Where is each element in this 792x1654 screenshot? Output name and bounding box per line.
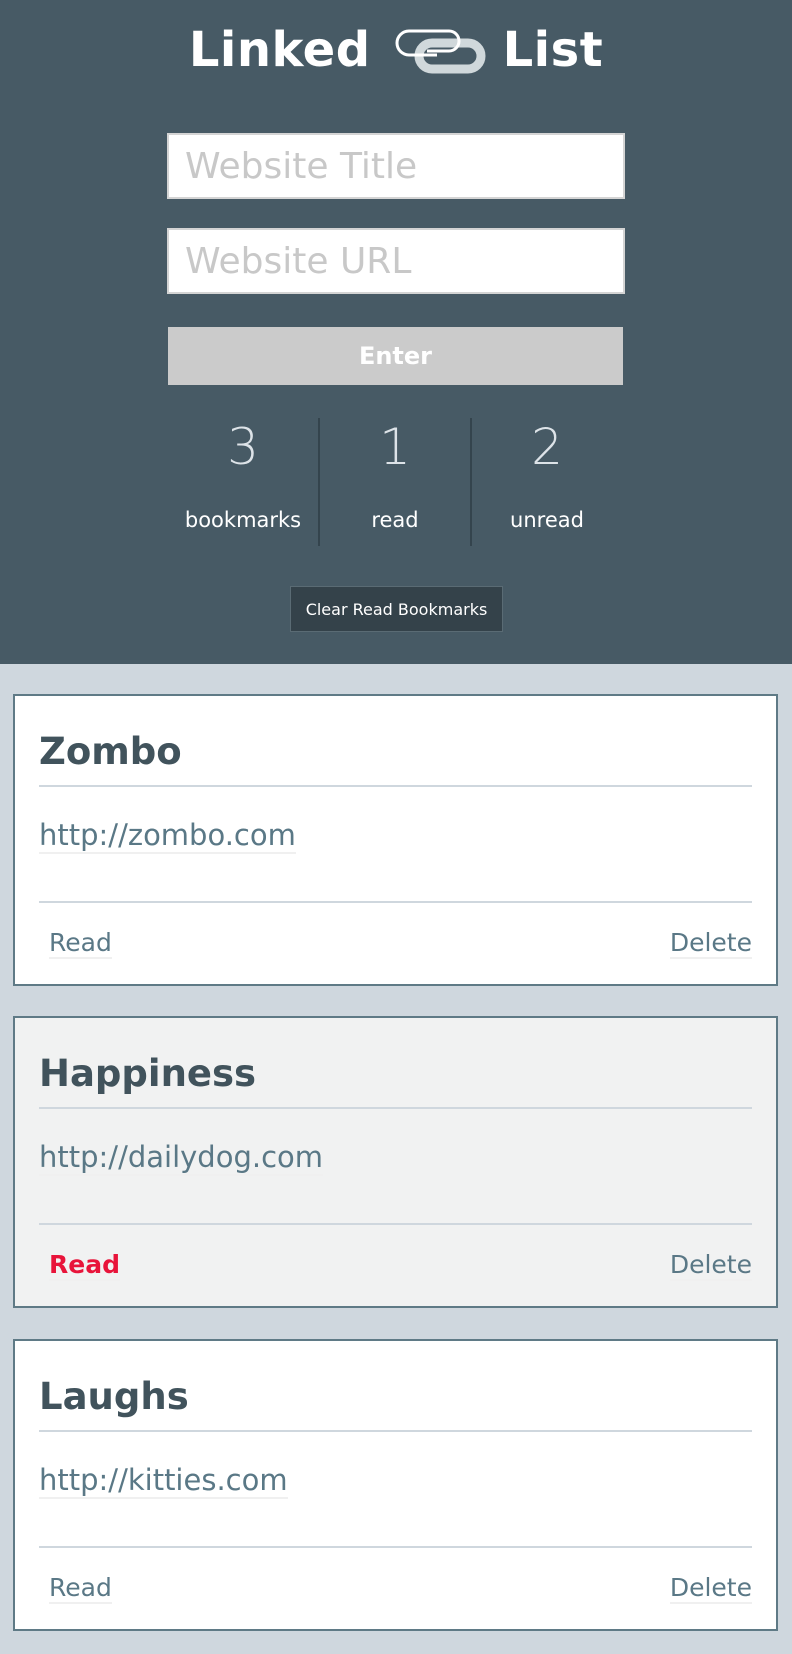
bookmarks-label: bookmarks xyxy=(184,508,302,532)
bookmark-card: Zombo http://zombo.com Read Delete xyxy=(13,694,778,986)
bookmarks-counter: 3 bookmarks xyxy=(168,418,318,532)
read-label: read xyxy=(371,508,419,532)
website-url-input[interactable] xyxy=(167,228,625,294)
divider xyxy=(39,1223,752,1225)
unread-counter: 2 unread xyxy=(472,418,622,532)
bookmark-url-link[interactable]: http://dailydog.com xyxy=(39,1140,324,1176)
bookmark-card: Happiness http://dailydog.com Read Delet… xyxy=(13,1016,778,1308)
unread-label: unread xyxy=(510,508,584,532)
app-title: Linked List xyxy=(0,22,792,78)
delete-button[interactable]: Delete xyxy=(669,1573,752,1604)
unread-count: 2 xyxy=(531,418,563,476)
divider xyxy=(39,1546,752,1548)
bookmark-card: Laughs http://kitties.com Read Delete xyxy=(13,1339,778,1631)
divider xyxy=(39,785,752,787)
delete-button[interactable]: Delete xyxy=(669,928,752,959)
bookmark-title: Happiness xyxy=(39,1052,257,1095)
bookmarks-count: 3 xyxy=(227,418,259,476)
app-header: Linked List Enter 3 bookmarks 1 read 2 u… xyxy=(0,0,792,664)
bookmark-url-link[interactable]: http://kitties.com xyxy=(39,1463,288,1499)
divider xyxy=(39,901,752,903)
delete-button[interactable]: Delete xyxy=(669,1250,752,1281)
website-title-input[interactable] xyxy=(167,133,625,199)
read-button[interactable]: Read xyxy=(49,928,112,959)
divider xyxy=(39,1430,752,1432)
bookmark-title: Zombo xyxy=(39,730,182,773)
read-button[interactable]: Read xyxy=(49,1250,120,1281)
title-right: List xyxy=(502,22,604,78)
divider xyxy=(39,1107,752,1109)
read-count: 1 xyxy=(379,418,411,476)
title-left: Linked xyxy=(188,22,371,78)
paperclip-link-icon xyxy=(395,29,486,74)
bookmark-title: Laughs xyxy=(39,1375,189,1418)
read-counter: 1 read xyxy=(320,418,470,532)
bookmark-url-link[interactable]: http://zombo.com xyxy=(39,818,296,854)
enter-button[interactable]: Enter xyxy=(168,327,623,385)
clear-read-bookmarks-button[interactable]: Clear Read Bookmarks xyxy=(290,586,503,632)
read-button[interactable]: Read xyxy=(49,1573,112,1604)
